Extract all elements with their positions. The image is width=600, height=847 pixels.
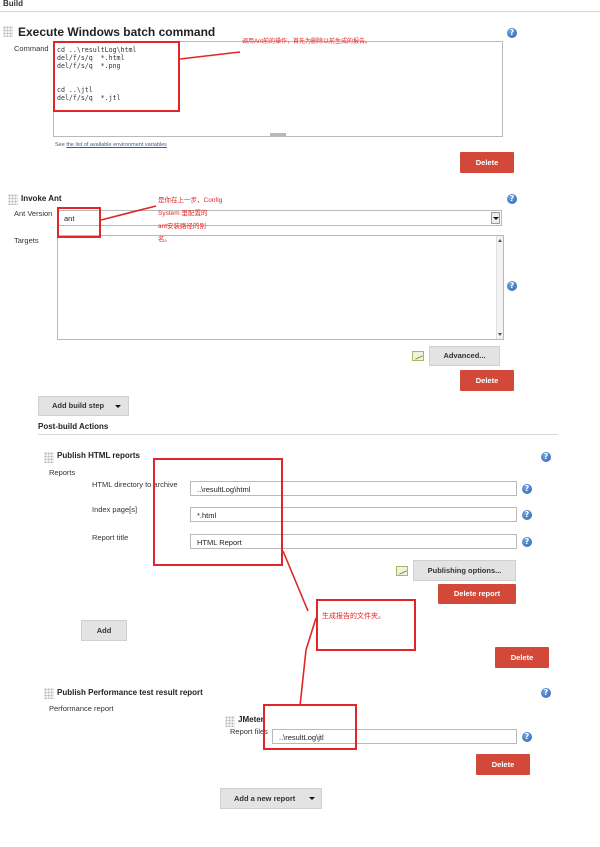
notepad-icon <box>396 566 408 576</box>
help-icon[interactable]: ? <box>541 452 551 462</box>
annotation-note-batch: 调用Ant前的操作，首先为删除以前生成的报告。 <box>242 39 372 45</box>
delete-button-html[interactable]: Delete <box>495 647 549 668</box>
annotation-box-report-files <box>263 704 357 750</box>
env-vars-hint: See the list of available environment va… <box>55 142 167 148</box>
annotation-box-ant-version <box>57 207 101 238</box>
post-build-divider <box>38 434 558 435</box>
ant-version-label: Ant Version <box>14 209 53 218</box>
post-build-header: Post-build Actions <box>38 422 109 431</box>
annotation-note-ant-line: 是你在上一步，Config <box>158 197 223 204</box>
help-icon[interactable]: ? <box>522 484 532 494</box>
help-icon[interactable]: ? <box>522 732 532 742</box>
help-icon[interactable]: ? <box>522 510 532 520</box>
chevron-down-icon[interactable] <box>491 212 500 224</box>
drag-handle-batch[interactable] <box>3 26 13 37</box>
textarea-resize-grip[interactable] <box>270 133 286 136</box>
build-divider <box>0 11 600 12</box>
help-icon[interactable]: ? <box>507 194 517 204</box>
delete-report-button[interactable]: Delete report <box>438 584 516 604</box>
build-header: Build <box>3 0 23 8</box>
env-vars-prefix: See <box>55 142 65 148</box>
html-reports-title: Publish HTML reports <box>57 451 140 460</box>
advanced-button[interactable]: Advanced... <box>429 346 500 366</box>
performance-report-label: Performance report <box>49 704 114 713</box>
batch-section-title: Execute Windows batch command <box>18 25 216 39</box>
annotation-note-ant: 是你在上一步，Config System 里配置的 ant安装路径的别 名。 <box>158 194 222 246</box>
targets-label: Targets <box>14 236 39 245</box>
help-icon[interactable]: ? <box>522 537 532 547</box>
targets-scrollbar[interactable] <box>496 236 503 339</box>
drag-handle-html[interactable] <box>44 452 54 463</box>
help-icon[interactable]: ? <box>507 281 517 291</box>
annotation-box-folder-note <box>316 599 416 651</box>
add-report-item-button[interactable]: Add <box>81 620 127 641</box>
ant-section-title: Invoke Ant <box>21 194 62 203</box>
annotation-note-ant-line: ant安装路径的别 <box>158 223 207 230</box>
add-build-step-label: Add build step <box>52 401 105 410</box>
annotation-note-ant-line: 名。 <box>158 236 171 243</box>
publishing-options-button[interactable]: Publishing options... <box>413 560 516 581</box>
annotation-box-html-fields <box>153 458 283 566</box>
notepad-icon <box>412 351 424 361</box>
report-title-label: Report title <box>92 533 129 542</box>
add-new-report-button[interactable]: Add a new report <box>220 788 322 809</box>
add-build-step-button[interactable]: Add build step <box>38 396 129 416</box>
add-new-report-label: Add a new report <box>234 794 296 803</box>
drag-handle-ant[interactable] <box>8 194 18 205</box>
help-icon[interactable]: ? <box>507 28 517 38</box>
delete-button-batch[interactable]: Delete <box>460 152 514 173</box>
targets-textarea[interactable] <box>57 235 504 340</box>
drag-handle-perf[interactable] <box>44 688 54 699</box>
command-label: Command <box>14 44 49 53</box>
ant-version-select[interactable]: ant <box>57 210 502 226</box>
perf-section-title: Publish Performance test result report <box>57 688 203 697</box>
delete-button-ant[interactable]: Delete <box>460 370 514 391</box>
help-icon[interactable]: ? <box>541 688 551 698</box>
index-page-label: Index page[s] <box>92 505 138 514</box>
chevron-down-icon <box>115 405 121 408</box>
chevron-down-icon <box>309 797 315 800</box>
reports-label: Reports <box>49 468 76 477</box>
drag-handle-jmeter[interactable] <box>225 716 235 727</box>
annotation-box-command <box>53 41 180 112</box>
env-vars-link[interactable]: the list of available environment variab… <box>66 142 167 148</box>
annotation-note-folder: 生成报告的文件夹。 <box>322 613 385 620</box>
delete-button-perf[interactable]: Delete <box>476 754 530 775</box>
jmeter-label: JMeter <box>238 715 264 724</box>
annotation-note-ant-line: System 里配置的 <box>158 210 208 217</box>
